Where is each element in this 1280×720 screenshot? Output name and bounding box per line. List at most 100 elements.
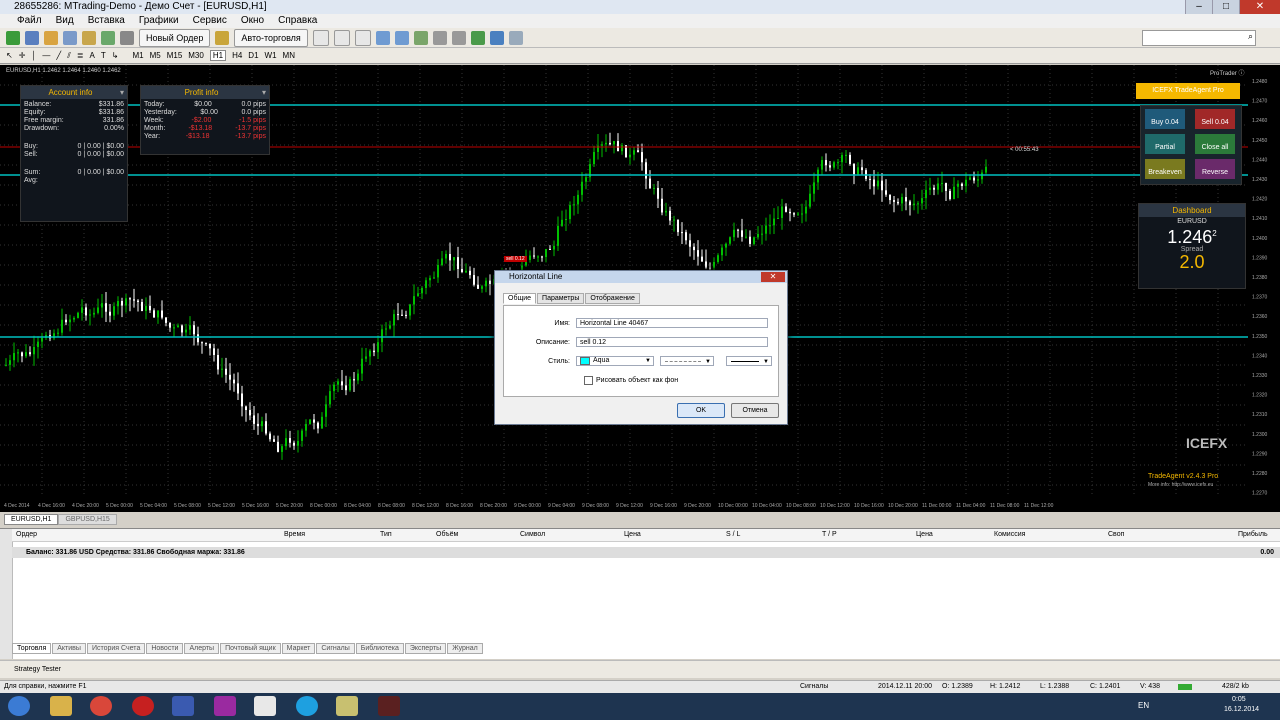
line-width-select[interactable]: ▼ [726,356,772,366]
search-icon[interactable]: ⌕ [1248,31,1253,42]
minimize-button[interactable]: – [1185,0,1212,14]
name-field[interactable]: Horizontal Line 40467 [576,318,768,328]
timeframe-mn[interactable]: MN [283,51,295,60]
col-volume[interactable]: Объём [436,531,458,538]
tab-exposure[interactable]: Активы [52,643,86,654]
zoom-in-icon[interactable] [375,30,390,45]
tab-mailbox[interactable]: Почтовый ящик [220,643,281,654]
dashboard-header[interactable]: Dashboard [1139,204,1245,217]
new-order-button[interactable]: Новый Ордер [139,28,211,47]
col-swap[interactable]: Своп [1108,531,1124,538]
account-info-header[interactable]: Account info ▾ [21,86,127,99]
strategy-tester-bar[interactable]: Strategy Tester [0,660,1280,678]
col-price-current[interactable]: Цена [916,531,933,538]
clock-date[interactable]: 16.12.2014 [1224,706,1259,713]
notepad-icon[interactable] [254,696,276,716]
indicators-icon[interactable] [470,30,485,45]
close-window-button[interactable]: ✕ [1239,0,1280,14]
tab-signals[interactable]: Сигналы [316,643,355,654]
menu-charts[interactable]: Графики [132,14,186,28]
col-order[interactable]: Ордер [16,531,37,538]
timeframe-d1[interactable]: D1 [248,51,258,60]
col-time[interactable]: Время [284,531,305,538]
tab-visualization[interactable]: Отображение [585,293,640,304]
bar-chart-icon[interactable] [312,29,329,46]
arrows-icon[interactable]: ↳ [112,51,119,60]
explorer-icon[interactable] [50,696,72,716]
periods-icon[interactable] [489,30,504,45]
timeframe-m15[interactable]: M15 [167,51,183,60]
col-sl[interactable]: S / L [726,531,740,538]
collapse-icon[interactable]: ▾ [120,86,127,99]
opera-icon[interactable] [132,696,154,716]
crosshair-icon[interactable]: ✛ [19,51,26,60]
tester-icon[interactable] [120,30,134,45]
autoscroll-icon[interactable] [432,30,447,45]
timeframe-m5[interactable]: M5 [150,51,161,60]
collapse-icon[interactable]: ▾ [262,86,269,99]
chrome-icon[interactable] [90,696,112,716]
tab-account-history[interactable]: История Счета [86,643,146,654]
background-checkbox[interactable] [584,376,593,385]
description-field[interactable]: sell 0.12 [576,337,768,347]
menu-help[interactable]: Справка [271,14,324,28]
menu-file[interactable]: Файл [10,14,49,28]
timeframe-h1[interactable]: H1 [209,50,227,61]
vertical-line-icon[interactable]: │ [31,51,36,60]
col-commission[interactable]: Комиссия [994,531,1025,538]
auto-trading-button[interactable]: Авто-торговля [234,28,308,47]
meta-editor-icon[interactable] [215,30,230,45]
tab-trade[interactable]: Торговля [12,643,52,654]
menu-window[interactable]: Окно [234,14,271,28]
zoom-out-icon[interactable] [394,30,409,45]
profiles-icon[interactable] [25,30,39,45]
navigator-icon[interactable] [82,30,96,45]
line-chart-icon[interactable] [354,29,371,46]
fibo-icon[interactable]: ≣ [77,51,84,60]
terminal-icon[interactable] [101,30,115,45]
tab-market[interactable]: Маркет [281,643,316,654]
recorder-icon[interactable] [378,696,400,716]
menu-insert[interactable]: Вставка [81,14,132,28]
chart-tab-gbpusd[interactable]: GBPUSD,H15 [58,514,117,525]
buy-button[interactable]: Buy 0.04 [1145,109,1185,129]
tab-journal[interactable]: Журнал [447,643,483,654]
candle-chart-icon[interactable] [333,29,350,46]
dialog-close-button[interactable]: ✕ [761,272,785,282]
col-symbol[interactable]: Символ [520,531,545,538]
color-select[interactable]: Aqua ▼ [576,356,654,366]
breakeven-button[interactable]: Breakeven [1145,159,1185,179]
search-input[interactable]: ⌕ [1142,30,1256,46]
templates-icon[interactable] [508,30,523,45]
chart-shift-icon[interactable] [451,30,466,45]
tile-windows-icon[interactable] [413,30,428,45]
profit-info-header[interactable]: Profit info ▾ [141,86,269,99]
media-app-icon[interactable] [214,696,236,716]
partial-button[interactable]: Partial [1145,134,1185,154]
timeframe-w1[interactable]: W1 [265,51,277,60]
channel-icon[interactable]: ⫽ [67,51,71,61]
chart-tab-eurusd[interactable]: EURUSD,H1 [4,514,59,525]
col-profit[interactable]: Прибыль [1238,531,1268,538]
close-all-button[interactable]: Close all [1195,134,1235,154]
col-price[interactable]: Цена [624,531,641,538]
cursor-icon[interactable]: ↖ [6,51,13,60]
tab-parameters[interactable]: Параметры [537,293,585,304]
notes-icon[interactable] [336,696,358,716]
timeframe-m30[interactable]: M30 [188,51,204,60]
clock-time[interactable]: 0:05 [1232,696,1246,703]
background-checkbox-row[interactable]: Рисовать объект как фон [584,376,678,385]
horizontal-line-icon[interactable]: ― [42,51,50,60]
sell-button[interactable]: Sell 0.04 [1195,109,1235,129]
start-button-icon[interactable] [8,696,30,716]
tab-general[interactable]: Общие [503,293,537,304]
reverse-button[interactable]: Reverse [1195,159,1235,179]
skype-icon[interactable] [296,696,318,716]
new-chart-icon[interactable] [6,30,20,45]
data-window-icon[interactable] [63,30,77,45]
status-signals[interactable]: Сигналы [800,681,828,693]
line-style-select[interactable]: ▼ [660,356,714,366]
ok-button[interactable]: OK [677,403,725,418]
col-tp[interactable]: T / P [822,531,837,538]
label-icon[interactable]: T [101,51,106,60]
